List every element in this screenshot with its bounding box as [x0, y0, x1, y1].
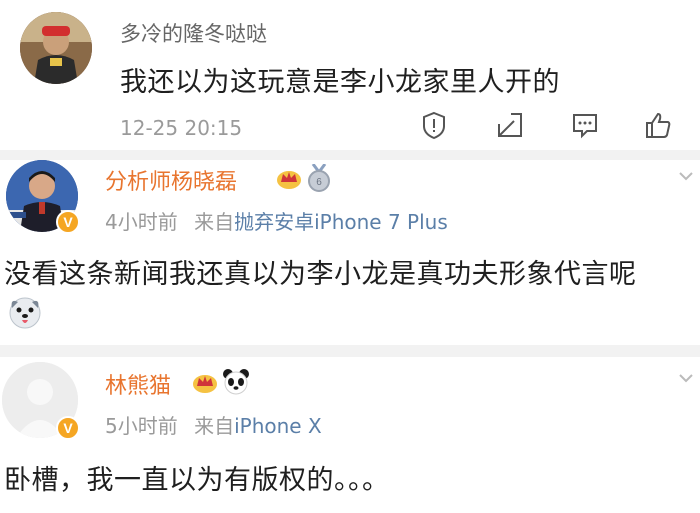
- dog-face-icon: [9, 297, 41, 329]
- source-device[interactable]: 抛弃安卓iPhone 7 Plus: [234, 210, 448, 234]
- source-prefix: 来自: [194, 210, 235, 234]
- comment-text: 没看这条新闻我还真以为李小龙是真功夫形象代言呢: [4, 259, 637, 290]
- crown-icon: [277, 171, 301, 189]
- comment-text: 卧槽，我一直以为有版权的。。。: [4, 465, 390, 496]
- avatar[interactable]: [20, 12, 92, 84]
- comment-username[interactable]: 分析师杨晓磊: [105, 164, 237, 196]
- chevron-down-icon[interactable]: [678, 370, 694, 386]
- source-prefix: 来自: [194, 414, 235, 438]
- repost-icon[interactable]: [495, 110, 525, 140]
- comment-time: 4小时前: [105, 210, 178, 234]
- report-icon[interactable]: [419, 110, 449, 140]
- chevron-down-icon[interactable]: [678, 168, 694, 184]
- post-timestamp: 12-25 20:15: [120, 116, 243, 140]
- comment-time: 5小时前: [105, 414, 178, 438]
- svg-text:6: 6: [316, 177, 322, 188]
- divider: [0, 150, 700, 160]
- post-username[interactable]: 多冷的隆冬哒哒: [120, 18, 267, 48]
- divider: [0, 345, 700, 357]
- top-post: 多冷的隆冬哒哒 我还以为这玩意是李小龙家里人开的 12-25 20:15: [0, 0, 700, 155]
- comment-item: V 分析师杨晓磊 6 4小时前 来自抛弃安卓iPhone 7 Plus 没看这条…: [0, 160, 700, 345]
- avatar-image: [20, 12, 92, 84]
- panda-icon: [223, 369, 249, 395]
- source-device[interactable]: iPhone X: [234, 414, 322, 438]
- verified-badge: V: [56, 416, 80, 440]
- verified-badge: V: [56, 210, 80, 234]
- comment-meta: 5小时前 来自iPhone X: [105, 410, 322, 439]
- comment-item: V 林熊猫 5小时前 来自iPhone X 卧槽，我一直以为有版权的。。。: [0, 362, 700, 513]
- comment-meta: 4小时前 来自抛弃安卓iPhone 7 Plus: [105, 206, 448, 235]
- comment-icon[interactable]: [570, 110, 600, 140]
- like-icon[interactable]: [643, 110, 673, 140]
- post-text: 我还以为这玩意是李小龙家里人开的: [120, 67, 560, 98]
- comment-username[interactable]: 林熊猫: [105, 368, 171, 400]
- medal-icon: 6: [308, 164, 330, 192]
- crown-icon: [193, 375, 217, 393]
